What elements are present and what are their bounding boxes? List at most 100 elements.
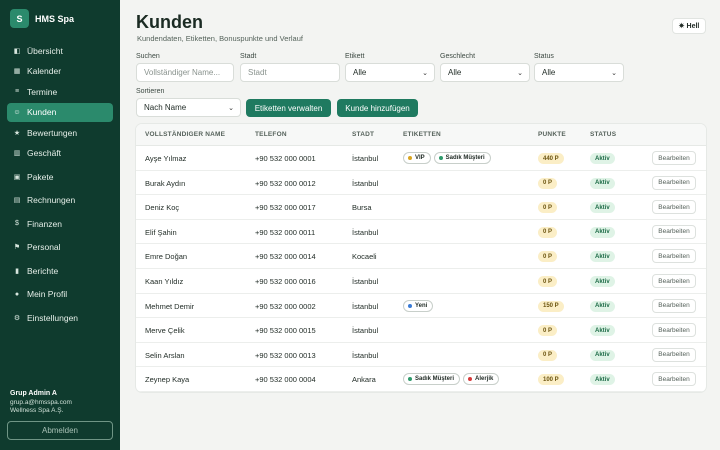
shop-icon: ▥ [13,150,21,157]
status-badge: Aktiv [590,300,615,312]
sort-select[interactable]: Nach Name ⌄ [136,98,241,117]
sidebar-item-mein-profil[interactable]: ● Mein Profil [7,285,113,304]
points-badge: 0 P [538,226,558,238]
user-info: Grup Admin A grup.a@hmsspa.com Wellness … [10,390,72,416]
column-header-phone[interactable]: TELEFON [255,131,287,138]
sidebar-item-rechnungen[interactable]: ▤ Rechnungen [7,191,113,210]
table-row[interactable]: Mehmet Demir +90 532 000 0002 İstanbul Yeni… [136,294,706,319]
sidebar-item-label: Geschäft [27,148,62,158]
customer-city: Kocaeli [352,252,377,262]
column-header-city[interactable]: STADT [352,131,374,138]
table-row[interactable]: Merve Çelik +90 532 000 0015 İstanbul 0 P Ak… [136,318,706,343]
points-badge: 150 P [538,300,564,312]
brand[interactable]: S HMS Spa [10,9,74,28]
page-subtitle: Kundendaten, Etiketten, Bonuspunkte und … [137,34,303,43]
customer-city: Bursa [352,203,372,213]
customer-name: Ayşe Yılmaz [145,154,187,163]
table-row[interactable]: Elif Şahin +90 532 000 0011 İstanbul 0 P Akt… [136,220,706,245]
sidebar-item-termine[interactable]: ≡ Termine [7,82,113,101]
chevron-down-icon: ⌄ [611,69,617,77]
edit-button[interactable]: Bearbeiten [652,372,696,387]
tag-badge: Sadık Müşteri [433,152,491,164]
edit-button[interactable]: Bearbeiten [652,274,696,288]
column-header-tags[interactable]: ETIKETTEN [403,131,441,138]
sidebar-item-pakete[interactable]: ▣ Pakete [7,167,113,186]
search-input[interactable]: Vollständiger Name... [136,63,234,82]
tag-filter-select[interactable]: Alle ⌄ [345,63,435,82]
table-row[interactable]: Burak Aydın +90 532 000 0012 İstanbul 0 P Ak… [136,171,706,196]
table-row[interactable]: Zeynep Kaya +90 532 000 0004 Ankara Sadık M… [136,367,706,392]
table-header: VOLLSTÄNDIGER NAME TELEFON STADT ETIKETT… [136,124,706,146]
sidebar-item-kunden[interactable]: ☺ Kunden [7,102,113,122]
column-header-status[interactable]: STATUS [590,131,616,138]
status-badge: Aktiv [590,374,615,386]
edit-button[interactable]: Bearbeiten [652,224,696,239]
customer-phone: +90 532 000 0001 [255,154,316,163]
sidebar-item-geschäft[interactable]: ▥ Geschäft [7,144,113,163]
sidebar-item-bewertungen[interactable]: ★ Bewertungen [7,123,113,142]
sidebar-item-personal[interactable]: ⚑ Personal [7,238,113,257]
theme-toggle-button[interactable]: ✷ Hell [672,18,706,34]
page-title: Kunden [136,12,203,32]
edit-button[interactable]: Bearbeiten [652,151,696,165]
city-input[interactable]: Stadt [240,63,340,82]
customer-name: Zeynep Kaya [145,375,190,385]
table-row[interactable]: Kaan Yıldız +90 532 000 0016 İstanbul 0 P Ak… [136,269,706,294]
column-header-name[interactable]: VOLLSTÄNDIGER NAME [145,131,225,138]
status-filter-select[interactable]: Alle ⌄ [534,63,624,82]
sidebar-item-übersicht[interactable]: ◧ Übersicht [7,41,113,60]
gender-filter-label: Geschlecht [440,53,476,60]
table-row[interactable]: Ayşe Yılmaz +90 532 000 0001 İstanbul VIP Sa… [136,146,706,171]
sidebar-item-label: Übersicht [27,45,63,56]
main-content: Kunden Kundendaten, Etiketten, Bonuspunk… [120,0,720,450]
theme-label: Hell [686,22,700,30]
sidebar-item-label: Bewertungen [27,127,78,138]
edit-button[interactable]: Bearbeiten [652,200,696,215]
user-company: Wellness Spa A.Ş. [10,407,64,414]
customer-tags: Yeni [403,299,434,312]
edit-button[interactable]: Bearbeiten [652,298,696,313]
appointments-icon: ≡ [14,88,20,95]
gender-filter-select[interactable]: Alle ⌄ [440,63,530,82]
edit-button[interactable]: Bearbeiten [652,323,696,338]
column-header-points[interactable]: PUNKTE [538,131,566,138]
sidebar-item-kalender[interactable]: ▦ Kalender [7,62,113,81]
sidebar-item-einstellungen[interactable]: ⚙ Einstellungen [7,308,113,327]
status-badge: Aktiv [590,251,615,263]
sidebar-item-label: Mein Profil [27,289,68,299]
customer-name: Selin Arslan [145,350,185,360]
sidebar-item-berichte[interactable]: ▮ Berichte [7,261,113,280]
add-customer-button[interactable]: Kunde hinzufügen [337,99,418,117]
sidebar-item-label: Kalender [27,66,62,76]
user-email: grup.a@hmsspa.com [10,398,72,406]
invoice-icon: ▤ [13,197,21,204]
customers-icon: ☺ [13,108,21,116]
tag-filter-label: Etikett [345,53,365,60]
manage-tags-button[interactable]: Etiketten verwalten [246,99,331,117]
search-label: Suchen [136,53,160,60]
sidebar-item-label: Rechnungen [27,195,76,205]
edit-button[interactable]: Bearbeiten [652,175,696,190]
edit-button[interactable]: Bearbeiten [652,249,696,264]
customer-tags: Sadık Müşteri Alerjik [403,373,500,386]
status-badge: Aktiv [590,349,615,361]
tag-label: Yeni [415,302,428,309]
customer-city: İstanbul [352,277,379,286]
table-row[interactable]: Selin Arslan +90 532 000 0013 İstanbul 0 P A… [136,343,706,368]
sidebar-item-label: Pakete [27,171,54,182]
tag-dot-icon [468,377,473,382]
customer-phone: +90 532 000 0017 [255,203,316,213]
sidebar-item-finanzen[interactable]: $ Finanzen [7,214,113,233]
customer-city: İstanbul [352,301,379,311]
logout-button[interactable]: Abmelden [7,421,113,440]
tag-badge: Yeni [403,299,434,312]
sidebar-item-label: Termine [27,86,58,97]
customer-name: Burak Aydın [145,178,186,188]
sidebar-item-label: Kunden [27,107,57,117]
edit-button[interactable]: Bearbeiten [652,347,696,362]
table-row[interactable]: Emre Doğan +90 532 000 0014 Kocaeli 0 P Akti… [136,244,706,269]
chevron-down-icon: ⌄ [517,69,523,77]
customer-phone: +90 532 000 0011 [255,227,316,237]
customer-name: Deniz Koç [145,203,180,213]
table-row[interactable]: Deniz Koç +90 532 000 0017 Bursa 0 P Aktiv Be… [136,195,706,220]
